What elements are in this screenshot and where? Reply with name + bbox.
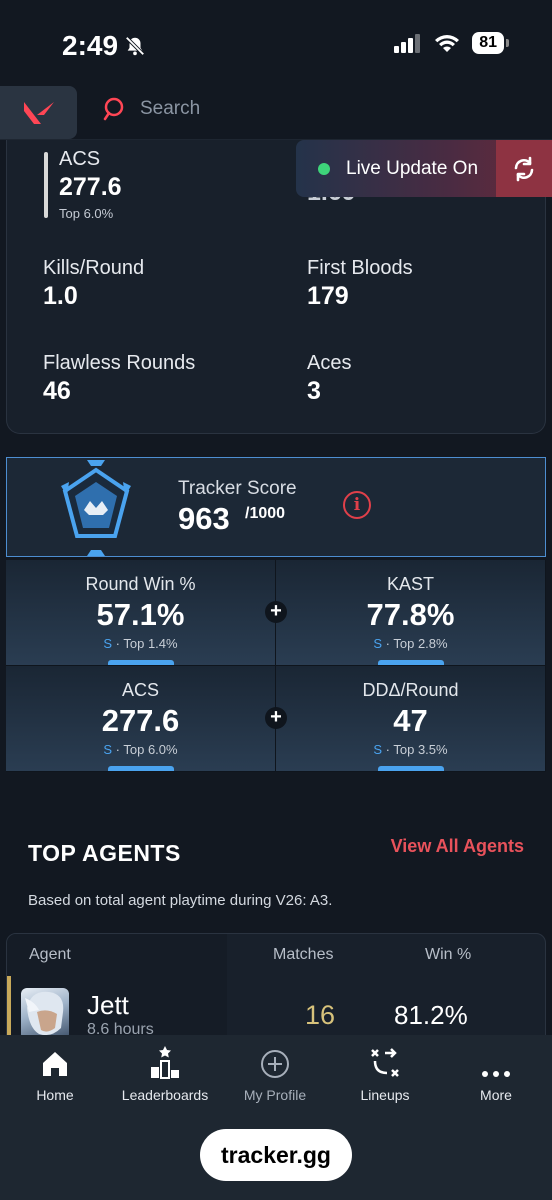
clock-time: 2:49 [62, 30, 119, 61]
metric-bar [108, 660, 174, 665]
metric-bar [108, 766, 174, 771]
metric-label: ACS [121, 680, 159, 700]
metric-grade: S [373, 636, 383, 651]
valorant-logo-button[interactable] [0, 86, 77, 139]
search-bar[interactable]: Search [102, 96, 200, 122]
column-header-agent: Agent [29, 946, 71, 963]
metric-round-win[interactable]: Round Win % 57.1% S · Top 1.4% [6, 560, 276, 666]
stat-label: Flawless Rounds [43, 352, 196, 374]
top-agents-note: Based on total agent playtime during V26… [28, 892, 333, 909]
metric-rank: S · Top 6.0% [6, 742, 275, 757]
metric-rank-text: · Top 6.0% [112, 742, 178, 757]
nav-label: Lineups [360, 1087, 410, 1103]
search-placeholder: Search [140, 98, 201, 119]
nav-label: Home [36, 1087, 74, 1103]
plus-icon[interactable]: + [265, 601, 287, 623]
metric-bar [378, 660, 444, 665]
app-header: Search [0, 84, 552, 140]
stat-value: 46 [43, 377, 71, 405]
plus-icon[interactable]: + [265, 707, 287, 729]
nav-label: More [480, 1087, 512, 1103]
nav-my-profile[interactable]: My Profile [220, 1045, 330, 1103]
status-bar: 2:49 81 [0, 0, 552, 82]
stat-flawless-rounds: Flawless Rounds 46 [43, 352, 195, 406]
metric-kast[interactable]: KAST 77.8% S · Top 2.8% [276, 560, 546, 666]
metric-value: 77.8% [366, 597, 455, 632]
metric-label: Round Win % [85, 574, 196, 594]
acs-indicator-bar [44, 152, 48, 218]
refresh-button[interactable] [496, 140, 552, 197]
stat-aces: Aces 3 [307, 352, 351, 406]
stat-first-bloods: First Bloods 179 [307, 257, 413, 311]
jett-portrait-icon [25, 991, 64, 1036]
column-header-win: Win % [425, 946, 472, 963]
tracker-score-label: Tracker Score [178, 478, 297, 499]
bell-muted-icon [125, 36, 145, 56]
add-circle-icon [261, 1050, 289, 1078]
agent-name: Jett [87, 990, 129, 1020]
search-icon [103, 97, 124, 121]
agent-avatar [21, 988, 69, 1040]
stat-value: 277.6 [59, 173, 122, 201]
metric-grade: S [373, 742, 383, 757]
cellular-signal-icon [394, 34, 421, 53]
nav-leaderboards[interactable]: Leaderboards [110, 1045, 220, 1103]
stat-acs: ACS 277.6 Top 6.0% [59, 148, 122, 221]
agent-win-rate: 81.2% [394, 1000, 468, 1030]
top-agents-title: TOP AGENTS [28, 840, 181, 866]
stat-label: ACS [59, 148, 101, 170]
refresh-icon [514, 156, 534, 181]
metric-rank: S · Top 3.5% [276, 742, 545, 757]
url-bar[interactable]: tracker.gg [200, 1129, 352, 1181]
metric-label: KAST [386, 574, 434, 594]
stat-rank: Top 6.0% [59, 206, 114, 221]
battery-indicator: 81 [472, 32, 509, 54]
live-update-banner[interactable]: Live Update On [296, 140, 552, 197]
tracker-score-value: 963 [178, 501, 230, 536]
stat-label: Aces [307, 352, 352, 374]
nav-label: My Profile [243, 1087, 307, 1103]
metric-rank: S · Top 1.4% [6, 636, 275, 651]
metric-rank: S · Top 2.8% [276, 636, 545, 651]
stat-value: 179 [307, 282, 349, 310]
stat-label: First Bloods [307, 257, 413, 279]
metric-value: 277.6 [101, 703, 180, 738]
metric-value: 47 [393, 703, 428, 738]
more-dots-icon [482, 1071, 510, 1077]
metric-rank-text: · Top 1.4% [112, 636, 178, 651]
clock: 2:49 [62, 30, 146, 62]
metric-dd-delta[interactable]: DDΔ/Round 47 S · Top 3.5% [276, 666, 546, 772]
tracker-score-max: /1000 [245, 505, 286, 522]
tracker-rank-badge-icon [61, 460, 131, 556]
live-update-label: Live Update On [346, 157, 479, 179]
stat-value: 3 [307, 377, 321, 405]
view-all-agents-link[interactable]: View All Agents [391, 836, 524, 857]
lineups-icon [371, 1048, 399, 1077]
nav-more[interactable]: More [441, 1045, 551, 1103]
stat-label: Kills/Round [43, 257, 145, 279]
metric-grade: S [103, 636, 113, 651]
metric-rank-text: · Top 3.5% [382, 742, 448, 757]
agent-matches: 16 [305, 1000, 336, 1030]
leaderboard-icon [151, 1046, 179, 1079]
metric-grid: Round Win % 57.1% S · Top 1.4% KAST 77.8… [6, 560, 546, 772]
nav-lineups[interactable]: Lineups [330, 1045, 440, 1103]
info-icon[interactable]: i [343, 491, 371, 519]
home-icon [43, 1052, 67, 1076]
metric-grade: S [103, 742, 113, 757]
nav-home[interactable]: Home [0, 1045, 110, 1103]
wifi-icon [435, 35, 460, 52]
tracker-score-card: Tracker Score 963 /1000 i [6, 457, 546, 557]
stat-value: 1.0 [43, 282, 78, 310]
nav-label: Leaderboards [121, 1087, 209, 1103]
metric-bar [378, 766, 444, 771]
stat-kills-round: Kills/Round 1.0 [43, 257, 144, 311]
valorant-logo-icon [23, 101, 54, 124]
metric-rank-text: · Top 2.8% [382, 636, 448, 651]
metric-label: DDΔ/Round [362, 680, 459, 700]
column-header-matches: Matches [273, 946, 334, 963]
live-status-dot [318, 162, 330, 175]
metric-value: 57.1% [96, 597, 185, 632]
metric-acs[interactable]: ACS 277.6 S · Top 6.0% [6, 666, 276, 772]
